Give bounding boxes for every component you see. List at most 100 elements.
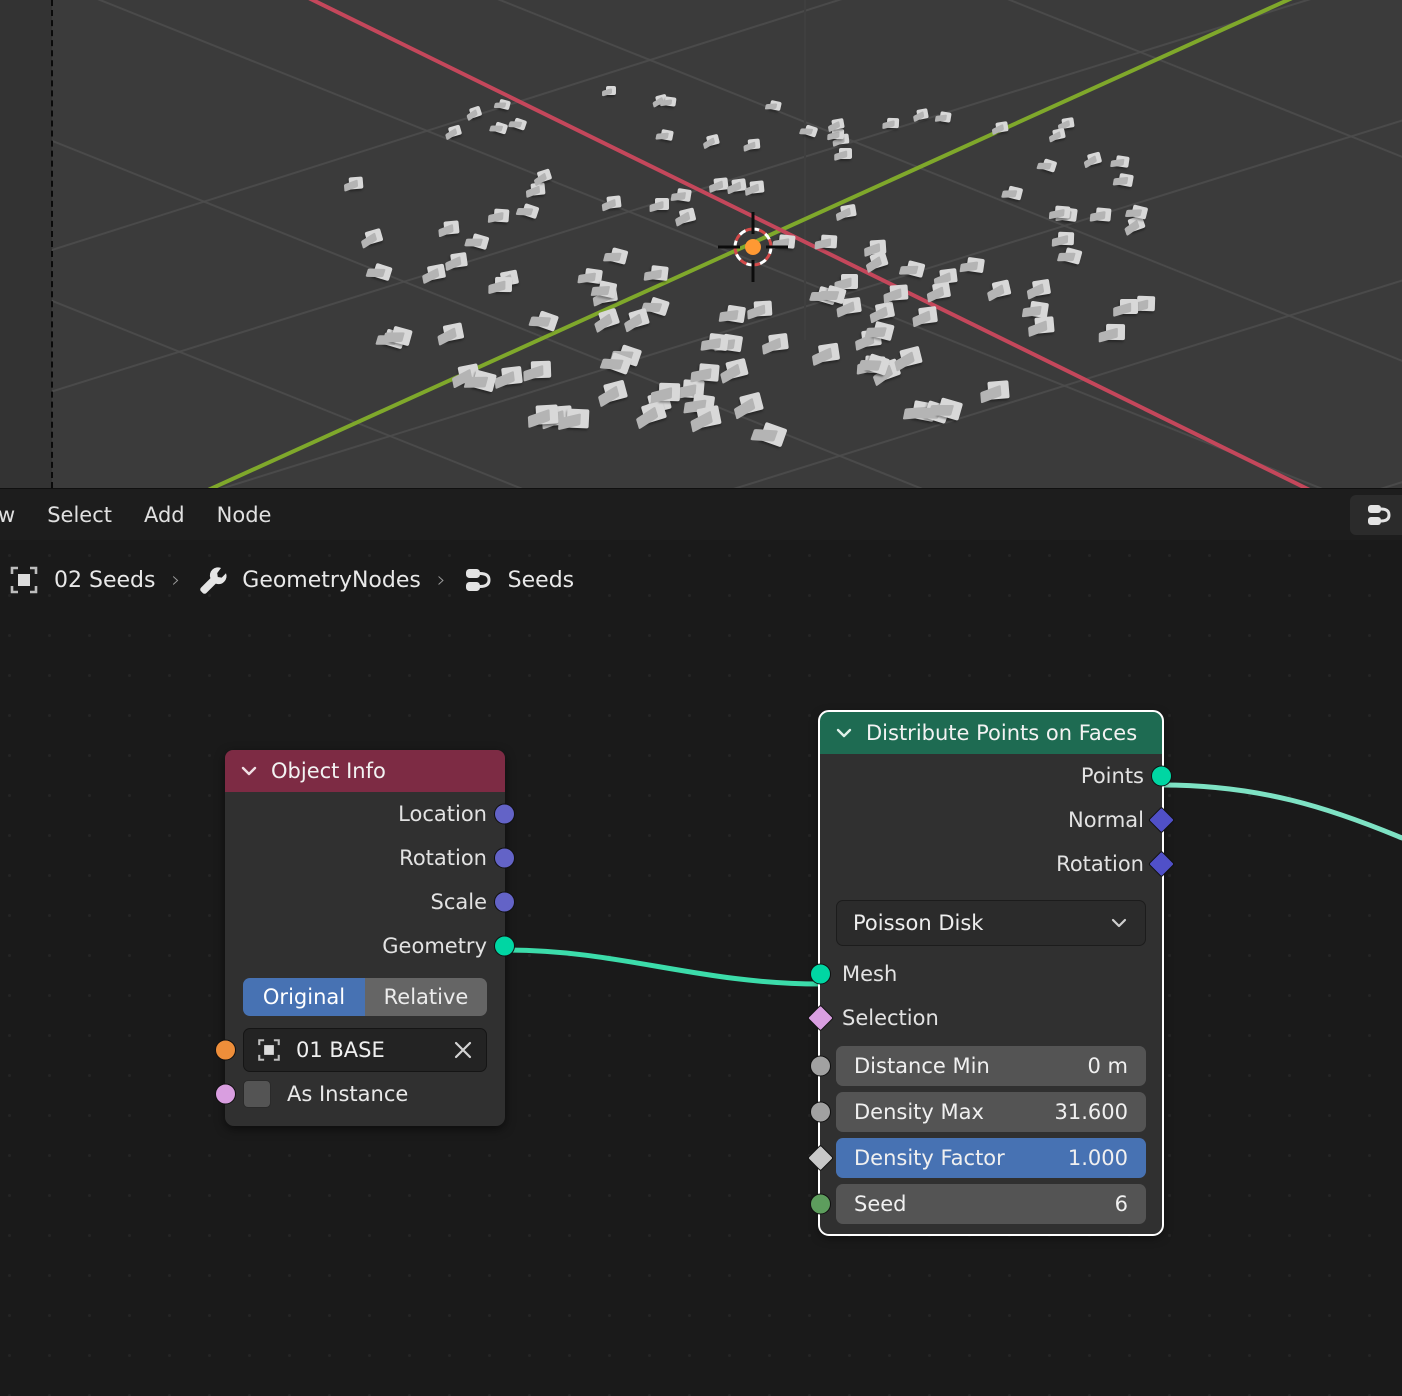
instance-cube [834,274,859,292]
menu-add[interactable]: Add [134,499,195,531]
socket-scale[interactable] [494,891,515,913]
output-location[interactable]: Location [225,792,515,836]
toggle-relative[interactable]: Relative [365,978,487,1016]
close-icon[interactable] [452,1039,474,1061]
instance-cube [799,123,819,138]
menu-view-clipped[interactable]: w [0,499,25,531]
socket-density-max[interactable] [810,1101,831,1123]
instance-cube [488,276,513,295]
socket-location[interactable] [494,803,515,825]
input-selection[interactable]: Selection [807,996,1162,1040]
instance-cube [1028,316,1055,338]
menu-select[interactable]: Select [37,499,122,531]
socket-seed[interactable] [810,1193,831,1215]
output-points[interactable]: Points [820,754,1172,798]
breadcrumb-item-modifier[interactable]: GeometryNodes [242,568,421,593]
node-distribute-points-on-faces[interactable]: Distribute Points on Faces Points Normal… [807,710,1175,1236]
instance-cube [747,300,773,321]
chevron-down-icon[interactable] [239,761,259,781]
instance-cube [882,118,900,130]
output-rotation[interactable]: Rotation [820,842,1175,886]
object-selector[interactable]: 01 BASE [243,1028,487,1072]
socket-as-instance[interactable] [215,1083,236,1105]
instance-cube [1021,300,1049,319]
as-instance-checkbox[interactable] [243,1080,271,1108]
instance-cube [1089,207,1111,222]
instance-cube [764,100,782,112]
link-points-out [1159,782,1402,841]
instance-cube [1056,247,1083,265]
transform-space-toggle[interactable]: Original Relative [243,978,487,1016]
instance-cube [527,404,559,429]
region-divider[interactable] [51,0,53,488]
output-rotation[interactable]: Rotation [225,836,515,880]
density-max-field[interactable]: Density Max 31.600 [836,1092,1146,1132]
viewport-left-shaded-strip [0,0,52,488]
socket-geometry[interactable] [494,935,515,957]
socket-points[interactable] [1151,765,1172,787]
instance-cube [344,176,364,192]
node-distribute-body: Points Normal Rotation Poisson Disk Mesh… [807,754,1175,1234]
instance-cube [1001,185,1024,201]
menu-node[interactable]: Node [207,499,282,531]
chevron-down-icon[interactable] [834,723,854,743]
seed-field[interactable]: Seed 6 [836,1184,1146,1224]
breadcrumb-item-object[interactable]: 02 Seeds [54,568,155,593]
socket-distance-min[interactable] [810,1055,831,1077]
chevron-down-icon [1111,918,1127,928]
socket-normal[interactable] [1148,806,1175,834]
input-distance-min-row: Distance Min 0 m [810,1046,1162,1086]
node-distribute-header[interactable]: Distribute Points on Faces [820,712,1162,754]
instance-cube [745,180,765,197]
instance-cube [493,99,512,112]
instance-cube [935,111,953,123]
socket-rotation[interactable] [494,847,515,869]
node-editor-canvas[interactable]: 02 Seeds › GeometryNodes › Seeds Object … [0,540,1402,1396]
socket-density-factor[interactable] [807,1144,834,1172]
output-rotation-label: Rotation [1056,852,1144,876]
instance-cube [720,357,750,384]
input-mesh[interactable]: Mesh [810,952,1162,996]
output-geometry[interactable]: Geometry [225,924,515,968]
toggle-original[interactable]: Original [243,978,365,1016]
as-instance-row[interactable]: As Instance [215,1072,505,1116]
instance-cube [959,257,985,274]
instance-cube [463,232,490,251]
density-max-value: 31.600 [1054,1100,1128,1124]
density-factor-value: 1.000 [1067,1146,1128,1170]
distance-min-label: Distance Min [854,1054,990,1078]
instance-cube [1058,116,1075,131]
socket-rotation-out[interactable] [1148,850,1175,878]
node-object-info[interactable]: Object Info Location Rotation Scale Geom… [215,750,515,1126]
distribute-method-value: Poisson Disk [853,911,984,935]
as-instance-label: As Instance [287,1082,409,1106]
instance-cube [515,202,540,220]
node-object-info-header[interactable]: Object Info [225,750,505,792]
density-factor-field[interactable]: Density Factor 1.000 [836,1138,1146,1178]
instance-cube [980,380,1011,404]
node-tree-icon [1368,505,1391,525]
node-tree-type-button[interactable] [1350,495,1402,535]
socket-object[interactable] [215,1039,236,1061]
3d-viewport[interactable] [0,0,1402,488]
instance-cube [899,259,926,278]
distribute-method-dropdown[interactable]: Poisson Disk [836,900,1146,946]
socket-selection[interactable] [807,1004,834,1032]
instance-cube [650,382,681,404]
socket-mesh[interactable] [810,963,831,985]
input-mesh-label: Mesh [842,962,898,986]
instance-cube [827,128,845,141]
instance-cube [445,251,469,272]
instance-cube [700,332,729,352]
output-scale[interactable]: Scale [225,880,515,924]
instance-cube [883,284,909,304]
instance-cube [750,421,788,448]
output-normal[interactable]: Normal [820,798,1175,842]
input-selection-label: Selection [842,1006,939,1030]
output-normal-label: Normal [1068,808,1144,832]
distance-min-field[interactable]: Distance Min 0 m [836,1046,1146,1086]
instance-cube [640,296,671,317]
breadcrumb-item-nodegroup[interactable]: Seeds [508,568,574,593]
instance-cube [487,207,509,223]
instance-cube [488,121,508,136]
